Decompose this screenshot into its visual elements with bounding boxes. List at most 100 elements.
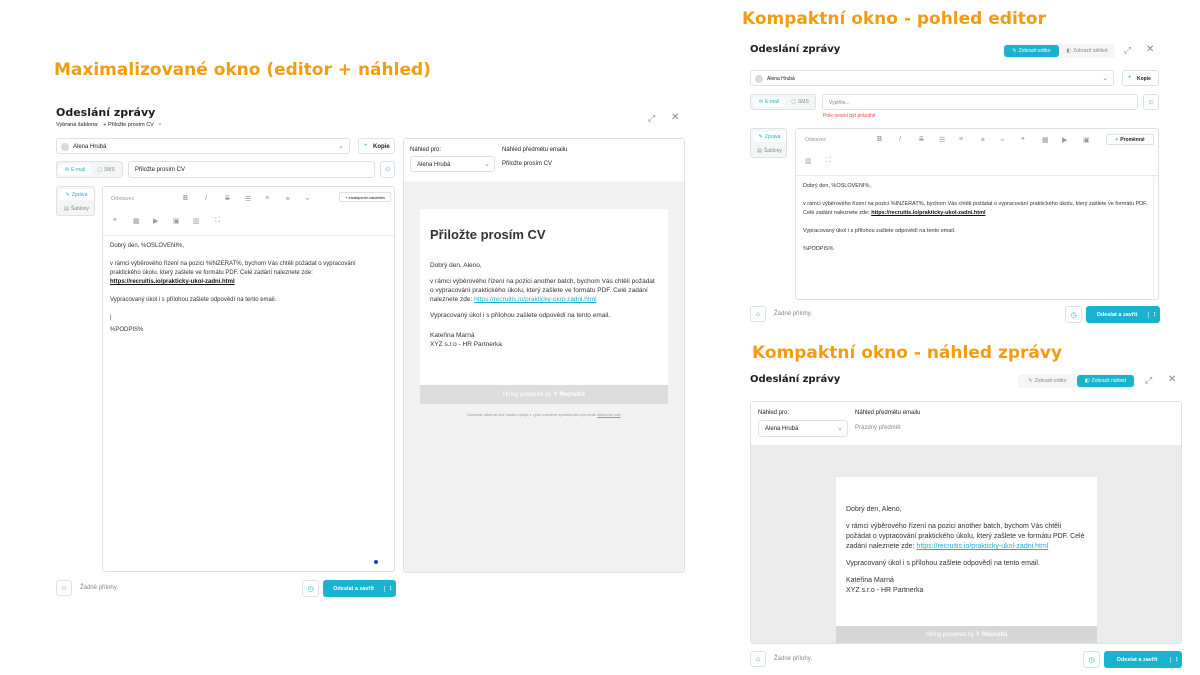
schedule-clock-icon[interactable]: ◷ bbox=[1083, 651, 1100, 668]
bold-icon[interactable]: B bbox=[877, 136, 882, 143]
code-icon[interactable]: ▥ bbox=[193, 217, 200, 225]
unlink-icon[interactable]: ⌁ bbox=[305, 195, 309, 203]
maximize-icon[interactable]: ⤢ bbox=[1124, 45, 1131, 56]
chevron-down-icon: ⌄ bbox=[1102, 75, 1108, 82]
pencil-icon: ✎ bbox=[65, 191, 70, 198]
variables-button[interactable]: + emailpanel.variables bbox=[339, 192, 391, 202]
footer-note: Možnost odebrat své osobní údaje z výše … bbox=[467, 412, 597, 417]
msg-link[interactable]: https://recruitis.io/prakticky-ukol-zadn… bbox=[110, 279, 235, 285]
show-editor-button[interactable]: ✎ Zobrazit editor bbox=[1004, 45, 1059, 57]
strikethrough-icon[interactable]: S bbox=[919, 136, 924, 143]
footer-link[interactable]: kliknutím zde bbox=[597, 412, 620, 417]
preview-recipient-select[interactable]: Alena Hrubá ⌄ bbox=[410, 156, 495, 172]
subject-input-2[interactable]: Vyplňte... bbox=[822, 94, 1138, 110]
attach-icon[interactable]: ⌂ bbox=[750, 306, 766, 322]
send-close-button[interactable]: Odeslat a zavřít ⋮ bbox=[323, 580, 396, 597]
channel-email-tab-2[interactable]: ✉ E-mail bbox=[753, 97, 785, 107]
send-close-button-3[interactable]: Odeslat a zavřít ⋮ bbox=[1104, 651, 1182, 668]
copy-button-2[interactable]: + Kopie bbox=[1122, 70, 1159, 86]
subject-emoji-icon[interactable]: ☺ bbox=[380, 161, 395, 178]
schedule-clock-icon[interactable]: ◷ bbox=[302, 580, 319, 597]
caption-compact-preview: Kompaktní okno - náhled zprávy bbox=[752, 343, 1063, 363]
maximize-icon[interactable]: ⤢ bbox=[1145, 375, 1152, 386]
subject-placeholder: Vyplňte... bbox=[829, 100, 850, 106]
recipient-select[interactable]: Alena Hrubá ⌄ bbox=[56, 138, 350, 154]
schedule-clock-icon[interactable]: ◷ bbox=[1065, 306, 1082, 323]
brand-name: Recruitis bbox=[559, 391, 586, 398]
preview-content-2: Dobrý den, Aleno, v rámci výběrového říz… bbox=[846, 505, 1086, 596]
strikethrough-icon[interactable]: S bbox=[225, 195, 230, 202]
subject-input[interactable]: Přiložte prosím CV bbox=[128, 161, 375, 178]
tab-message[interactable]: ✎ Zpráva bbox=[59, 189, 94, 200]
paragraph-dropdown-2[interactable]: Odstavec bbox=[805, 137, 826, 143]
variables-button-2[interactable]: + Proměnné bbox=[1106, 134, 1154, 145]
link-icon[interactable]: ⚭ bbox=[980, 136, 986, 144]
send-button-label-2: Odeslat a zavřít bbox=[1096, 311, 1138, 318]
close-icon[interactable]: ✕ bbox=[1146, 44, 1154, 55]
chevron-down-icon: ⌄ bbox=[837, 425, 843, 432]
video-icon[interactable]: ▶ bbox=[1062, 136, 1067, 144]
video-icon[interactable]: ▶ bbox=[153, 217, 158, 225]
fullscreen-icon[interactable]: ⛶ bbox=[826, 157, 831, 165]
msg-link-2[interactable]: https://recruitis.io/prakticky-ukol-zadn… bbox=[871, 210, 985, 216]
send-close-button-2[interactable]: Odeslat a zavřít ⋮ bbox=[1086, 306, 1160, 323]
show-editor-button-2[interactable]: ✎ Zobrazit editor bbox=[1019, 375, 1076, 387]
channel-email-tab[interactable]: ✉ E-mail bbox=[59, 164, 91, 175]
template-icon: ▤ bbox=[64, 205, 69, 212]
tab-templates-2[interactable]: ▤ Šablony bbox=[753, 145, 786, 156]
numbered-list-icon[interactable]: ≡ bbox=[265, 195, 269, 202]
list-icon[interactable]: ☰ bbox=[939, 136, 945, 144]
channel-sms-tab-2[interactable]: ▢ SMS bbox=[786, 97, 814, 107]
scrollbar[interactable] bbox=[1153, 177, 1154, 297]
recruitis-logo-icon: Y bbox=[553, 391, 558, 398]
channel-sms-tab[interactable]: ▢ SMS bbox=[92, 164, 120, 175]
italic-icon[interactable]: I bbox=[205, 195, 207, 202]
chat-icon: ▢ bbox=[97, 166, 102, 173]
preview-sig-name: Kateřina Marná bbox=[430, 332, 475, 339]
attach-icon[interactable]: ⌂ bbox=[56, 580, 72, 596]
italic-icon[interactable]: I bbox=[899, 136, 901, 143]
preview-link-2[interactable]: https://recruitis.io/prakticky-ukol-zadn… bbox=[916, 543, 1048, 550]
preview-body: Přiložte prosím CV Dobrý den, Aleno, v r… bbox=[404, 182, 684, 572]
show-preview-button[interactable]: ◧ Zobrazit náhled bbox=[1060, 45, 1114, 57]
quote-icon[interactable]: ❝ bbox=[1021, 136, 1025, 144]
preview-recipient-select-2[interactable]: Alena Hrubá ⌄ bbox=[758, 420, 848, 437]
msg-line1: v rámci výběrového řízení na pozici %INZ… bbox=[110, 261, 356, 276]
unlink-icon[interactable]: ⌁ bbox=[1000, 136, 1004, 144]
more-options-icon[interactable]: ⋮ bbox=[1170, 656, 1182, 663]
chevron-down-icon: ⌄ bbox=[338, 143, 344, 150]
numbered-list-icon[interactable]: ≡ bbox=[959, 136, 963, 143]
attach-icon[interactable]: ⌂ bbox=[750, 651, 766, 667]
list-icon[interactable]: ☰ bbox=[245, 195, 251, 203]
more-options-icon[interactable]: ⋮ bbox=[1148, 311, 1160, 318]
more-options-icon[interactable]: ⋮ bbox=[384, 585, 396, 592]
tab-templates[interactable]: ▤ Šablony bbox=[59, 203, 94, 214]
table-icon[interactable]: ▦ bbox=[133, 217, 140, 225]
recipient-select-2[interactable]: Alena Hrubá ⌄ bbox=[750, 70, 1114, 86]
close-icon[interactable]: ✕ bbox=[671, 112, 679, 123]
tab-message-2[interactable]: ✎ Zpráva bbox=[753, 131, 786, 142]
preview-recipient-name: Alena Hrubá bbox=[417, 162, 451, 168]
code-icon[interactable]: ▥ bbox=[805, 157, 812, 165]
template-remove-icon[interactable]: × bbox=[158, 122, 161, 128]
preview-link[interactable]: https://recruitis.io/prakticky-ukol-zadn… bbox=[474, 296, 596, 303]
editor-area-2[interactable]: Odstavec B I S ☰ ≡ ⚭ ⌁ ❝ ▦ ▶ ▣ + Proměnné… bbox=[795, 128, 1159, 300]
show-preview-button-2[interactable]: ◧ Zobrazit náhled bbox=[1077, 375, 1134, 387]
copy-button[interactable]: + Kopie bbox=[358, 138, 395, 154]
channel-switch: ✉ E-mail ▢ SMS bbox=[56, 161, 123, 178]
attachments-label-3: Žádné přílohy. bbox=[774, 656, 812, 662]
link-icon[interactable]: ⚭ bbox=[285, 195, 291, 203]
close-icon[interactable]: ✕ bbox=[1168, 374, 1176, 385]
subject-emoji-icon[interactable]: ☺ bbox=[1143, 94, 1159, 110]
preview-line2-2: Vypracovaný úkol i s přílohou zašlete od… bbox=[846, 560, 1040, 567]
table-icon[interactable]: ▦ bbox=[1042, 136, 1049, 144]
fullscreen-icon[interactable]: ⛶ bbox=[215, 217, 220, 225]
template-row: Vybraná šablona: ● Přiložte prosím CV × bbox=[56, 122, 162, 128]
quote-icon[interactable]: ❝ bbox=[113, 217, 117, 225]
editor-area[interactable]: Odstavec B I S ☰ ≡ ⚭ ⌁ + emailpanel.vari… bbox=[102, 186, 395, 572]
image-icon[interactable]: ▣ bbox=[1083, 136, 1090, 144]
bold-icon[interactable]: B bbox=[183, 195, 188, 202]
image-icon[interactable]: ▣ bbox=[173, 217, 180, 225]
paragraph-dropdown[interactable]: Odstavec bbox=[111, 196, 134, 202]
restore-icon[interactable]: ⤢ bbox=[648, 113, 655, 124]
